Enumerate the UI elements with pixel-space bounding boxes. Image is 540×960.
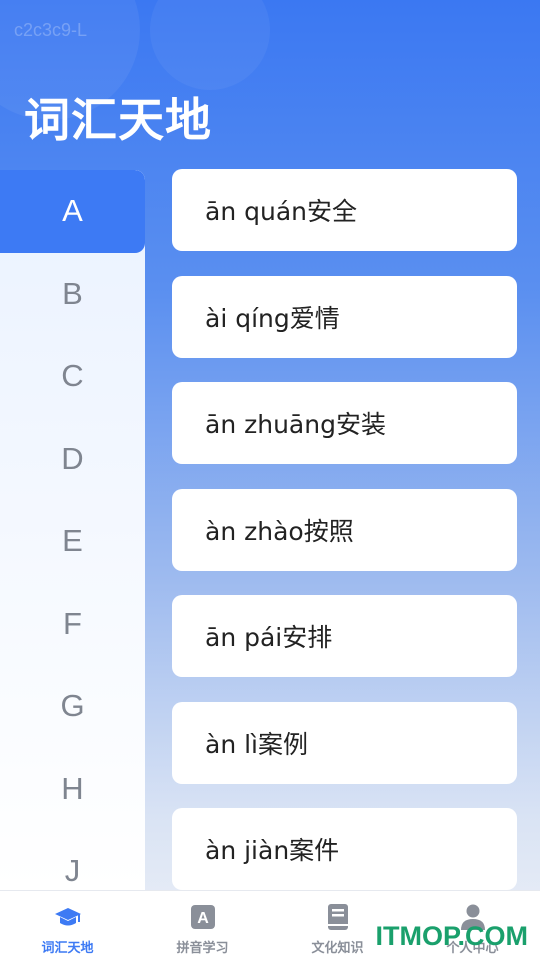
watermark-text: c2c3c9-L [14, 20, 88, 40]
tab-label: 词汇天地 [41, 941, 94, 956]
tab-label: 拼音学习 [176, 941, 229, 956]
word-card[interactable]: àn zhào按照 [172, 488, 517, 571]
letter-a[interactable]: A [0, 170, 145, 253]
letter-g[interactable]: G [0, 665, 145, 748]
tab-label: 文化知识 [311, 941, 364, 956]
tab-vocabulary[interactable]: 词汇天地 [0, 891, 135, 960]
word-card[interactable]: ān zhuāng安装 [172, 382, 517, 464]
graduation-cap-icon [54, 903, 82, 931]
word-list: ān quán安全 ài qíng爱情 ān zhuāng安装 àn zhào按… [172, 169, 517, 915]
letter-h[interactable]: H [0, 748, 145, 831]
word-card[interactable]: àn lì案例 [172, 701, 517, 784]
page-title: 词汇天地 [24, 93, 212, 147]
tab-pinyin[interactable]: A 拼音学习 [135, 891, 270, 960]
letter-d[interactable]: D [0, 418, 145, 501]
letter-c[interactable]: C [0, 335, 145, 418]
letter-a-icon: A [189, 903, 217, 931]
letter-sidebar: A B C D E F G H J [0, 170, 145, 890]
letter-b[interactable]: B [0, 253, 145, 336]
svg-text:A: A [197, 910, 209, 927]
word-card[interactable]: ài qíng爱情 [172, 275, 517, 358]
book-icon [324, 903, 352, 931]
word-card[interactable]: ān pái安排 [172, 595, 517, 677]
word-card[interactable]: ān quán安全 [172, 169, 517, 251]
word-card[interactable]: àn jiàn案件 [172, 808, 517, 890]
letter-j[interactable]: J [0, 830, 145, 890]
letter-f[interactable]: F [0, 583, 145, 666]
site-watermark: ITMOP.COM [375, 921, 528, 951]
letter-e[interactable]: E [0, 500, 145, 583]
